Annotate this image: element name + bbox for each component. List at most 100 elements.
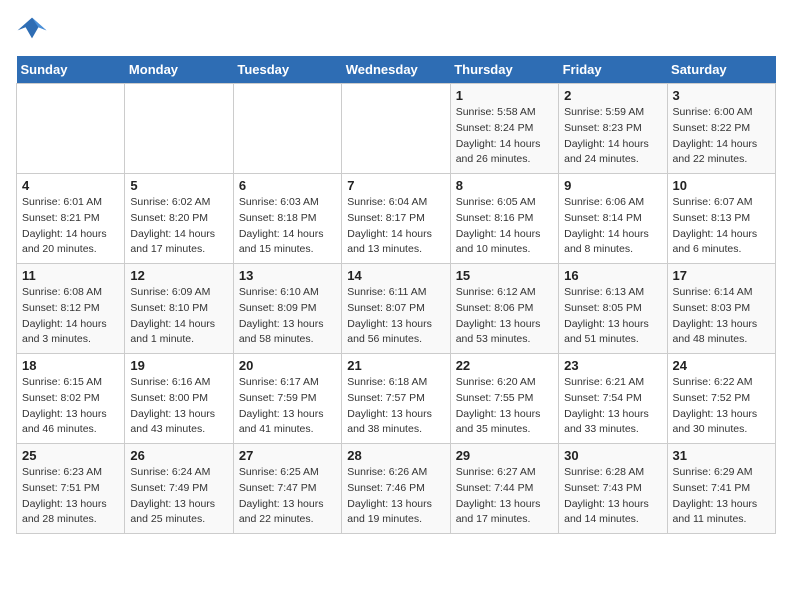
day-info: Sunrise: 6:23 AM Sunset: 7:51 PM Dayligh… xyxy=(22,465,119,528)
calendar-day-cell: 30 Sunrise: 6:28 AM Sunset: 7:43 PM Dayli… xyxy=(559,444,667,534)
weekday-header: Saturday xyxy=(667,56,775,84)
day-info: Sunrise: 6:27 AM Sunset: 7:44 PM Dayligh… xyxy=(456,465,553,528)
day-number: 11 xyxy=(22,268,119,283)
day-info: Sunrise: 6:08 AM Sunset: 8:12 PM Dayligh… xyxy=(22,285,119,348)
day-info: Sunrise: 6:10 AM Sunset: 8:09 PM Dayligh… xyxy=(239,285,336,348)
day-info: Sunrise: 6:00 AM Sunset: 8:22 PM Dayligh… xyxy=(673,105,770,168)
calendar-day-cell: 8 Sunrise: 6:05 AM Sunset: 8:16 PM Daylig… xyxy=(450,174,558,264)
weekday-header: Tuesday xyxy=(233,56,341,84)
calendar-day-cell: 20Sunrise: 6:17 AM Sunset: 7:59 PM Dayli… xyxy=(233,354,341,444)
calendar-day-cell: 18 Sunrise: 6:15 AM Sunset: 8:02 PM Dayli… xyxy=(17,354,125,444)
weekday-header: Sunday xyxy=(17,56,125,84)
day-info: Sunrise: 6:24 AM Sunset: 7:49 PM Dayligh… xyxy=(130,465,227,528)
day-info: Sunrise: 6:06 AM Sunset: 8:14 PM Dayligh… xyxy=(564,195,661,258)
calendar-week-row: 1Sunrise: 5:58 AM Sunset: 8:24 PM Daylig… xyxy=(17,84,776,174)
day-info: Sunrise: 6:14 AM Sunset: 8:03 PM Dayligh… xyxy=(673,285,770,348)
calendar-day-cell xyxy=(125,84,233,174)
calendar-day-cell: 13 Sunrise: 6:10 AM Sunset: 8:09 PM Dayli… xyxy=(233,264,341,354)
day-info: Sunrise: 6:26 AM Sunset: 7:46 PM Dayligh… xyxy=(347,465,444,528)
calendar-day-cell: 26 Sunrise: 6:24 AM Sunset: 7:49 PM Dayli… xyxy=(125,444,233,534)
calendar-day-cell xyxy=(17,84,125,174)
calendar-day-cell: 9Sunrise: 6:06 AM Sunset: 8:14 PM Daylig… xyxy=(559,174,667,264)
calendar-day-cell: 10 Sunrise: 6:07 AM Sunset: 8:13 PM Dayli… xyxy=(667,174,775,264)
day-number: 5 xyxy=(130,178,227,193)
calendar-day-cell: 23 Sunrise: 6:21 AM Sunset: 7:54 PM Dayli… xyxy=(559,354,667,444)
calendar-day-cell xyxy=(233,84,341,174)
calendar-day-cell: 28 Sunrise: 6:26 AM Sunset: 7:46 PM Dayli… xyxy=(342,444,450,534)
weekday-header: Thursday xyxy=(450,56,558,84)
day-number: 21 xyxy=(347,358,444,373)
calendar-day-cell: 3Sunrise: 6:00 AM Sunset: 8:22 PM Daylig… xyxy=(667,84,775,174)
calendar-day-cell: 25 Sunrise: 6:23 AM Sunset: 7:51 PM Dayli… xyxy=(17,444,125,534)
day-info: Sunrise: 6:05 AM Sunset: 8:16 PM Dayligh… xyxy=(456,195,553,258)
day-number: 25 xyxy=(22,448,119,463)
calendar-day-cell: 27 Sunrise: 6:25 AM Sunset: 7:47 PM Dayli… xyxy=(233,444,341,534)
day-number: 26 xyxy=(130,448,227,463)
calendar-day-cell: 5 Sunrise: 6:02 AM Sunset: 8:20 PM Daylig… xyxy=(125,174,233,264)
calendar-day-cell: 22Sunrise: 6:20 AM Sunset: 7:55 PM Dayli… xyxy=(450,354,558,444)
calendar-day-cell: 31Sunrise: 6:29 AM Sunset: 7:41 PM Dayli… xyxy=(667,444,775,534)
calendar-day-cell: 11 Sunrise: 6:08 AM Sunset: 8:12 PM Dayli… xyxy=(17,264,125,354)
day-number: 14 xyxy=(347,268,444,283)
day-number: 15 xyxy=(456,268,553,283)
calendar-header-row: SundayMondayTuesdayWednesdayThursdayFrid… xyxy=(17,56,776,84)
calendar-day-cell xyxy=(342,84,450,174)
day-number: 19 xyxy=(130,358,227,373)
day-info: Sunrise: 5:59 AM Sunset: 8:23 PM Dayligh… xyxy=(564,105,661,168)
day-info: Sunrise: 6:02 AM Sunset: 8:20 PM Dayligh… xyxy=(130,195,227,258)
weekday-header: Friday xyxy=(559,56,667,84)
day-info: Sunrise: 6:13 AM Sunset: 8:05 PM Dayligh… xyxy=(564,285,661,348)
day-info: Sunrise: 6:16 AM Sunset: 8:00 PM Dayligh… xyxy=(130,375,227,438)
calendar-day-cell: 24 Sunrise: 6:22 AM Sunset: 7:52 PM Dayli… xyxy=(667,354,775,444)
day-info: Sunrise: 6:17 AM Sunset: 7:59 PM Dayligh… xyxy=(239,375,336,438)
day-info: Sunrise: 6:20 AM Sunset: 7:55 PM Dayligh… xyxy=(456,375,553,438)
day-info: Sunrise: 6:09 AM Sunset: 8:10 PM Dayligh… xyxy=(130,285,227,348)
day-number: 18 xyxy=(22,358,119,373)
day-info: Sunrise: 6:07 AM Sunset: 8:13 PM Dayligh… xyxy=(673,195,770,258)
day-number: 13 xyxy=(239,268,336,283)
calendar-day-cell: 16 Sunrise: 6:13 AM Sunset: 8:05 PM Dayli… xyxy=(559,264,667,354)
day-number: 29 xyxy=(456,448,553,463)
day-info: Sunrise: 6:12 AM Sunset: 8:06 PM Dayligh… xyxy=(456,285,553,348)
day-number: 27 xyxy=(239,448,336,463)
logo xyxy=(16,16,52,44)
weekday-header: Monday xyxy=(125,56,233,84)
day-number: 10 xyxy=(673,178,770,193)
calendar-day-cell: 7Sunrise: 6:04 AM Sunset: 8:17 PM Daylig… xyxy=(342,174,450,264)
page-header xyxy=(16,16,776,44)
day-info: Sunrise: 6:25 AM Sunset: 7:47 PM Dayligh… xyxy=(239,465,336,528)
day-number: 4 xyxy=(22,178,119,193)
day-number: 17 xyxy=(673,268,770,283)
day-info: Sunrise: 6:21 AM Sunset: 7:54 PM Dayligh… xyxy=(564,375,661,438)
calendar-day-cell: 15 Sunrise: 6:12 AM Sunset: 8:06 PM Dayli… xyxy=(450,264,558,354)
calendar-day-cell: 19 Sunrise: 6:16 AM Sunset: 8:00 PM Dayli… xyxy=(125,354,233,444)
day-number: 24 xyxy=(673,358,770,373)
day-number: 7 xyxy=(347,178,444,193)
calendar-week-row: 11 Sunrise: 6:08 AM Sunset: 8:12 PM Dayli… xyxy=(17,264,776,354)
calendar-week-row: 18 Sunrise: 6:15 AM Sunset: 8:02 PM Dayli… xyxy=(17,354,776,444)
day-info: Sunrise: 6:01 AM Sunset: 8:21 PM Dayligh… xyxy=(22,195,119,258)
logo-icon xyxy=(16,16,48,44)
day-info: Sunrise: 6:22 AM Sunset: 7:52 PM Dayligh… xyxy=(673,375,770,438)
day-number: 23 xyxy=(564,358,661,373)
day-info: Sunrise: 5:58 AM Sunset: 8:24 PM Dayligh… xyxy=(456,105,553,168)
calendar-week-row: 4 Sunrise: 6:01 AM Sunset: 8:21 PM Daylig… xyxy=(17,174,776,264)
calendar-day-cell: 1Sunrise: 5:58 AM Sunset: 8:24 PM Daylig… xyxy=(450,84,558,174)
day-info: Sunrise: 6:11 AM Sunset: 8:07 PM Dayligh… xyxy=(347,285,444,348)
day-number: 28 xyxy=(347,448,444,463)
calendar-day-cell: 12 Sunrise: 6:09 AM Sunset: 8:10 PM Dayli… xyxy=(125,264,233,354)
day-info: Sunrise: 6:18 AM Sunset: 7:57 PM Dayligh… xyxy=(347,375,444,438)
calendar-day-cell: 2Sunrise: 5:59 AM Sunset: 8:23 PM Daylig… xyxy=(559,84,667,174)
day-number: 30 xyxy=(564,448,661,463)
day-number: 8 xyxy=(456,178,553,193)
calendar-day-cell: 14 Sunrise: 6:11 AM Sunset: 8:07 PM Dayli… xyxy=(342,264,450,354)
weekday-header: Wednesday xyxy=(342,56,450,84)
day-number: 12 xyxy=(130,268,227,283)
day-info: Sunrise: 6:28 AM Sunset: 7:43 PM Dayligh… xyxy=(564,465,661,528)
day-number: 31 xyxy=(673,448,770,463)
day-info: Sunrise: 6:03 AM Sunset: 8:18 PM Dayligh… xyxy=(239,195,336,258)
day-number: 16 xyxy=(564,268,661,283)
day-info: Sunrise: 6:15 AM Sunset: 8:02 PM Dayligh… xyxy=(22,375,119,438)
day-number: 6 xyxy=(239,178,336,193)
calendar-day-cell: 29 Sunrise: 6:27 AM Sunset: 7:44 PM Dayli… xyxy=(450,444,558,534)
